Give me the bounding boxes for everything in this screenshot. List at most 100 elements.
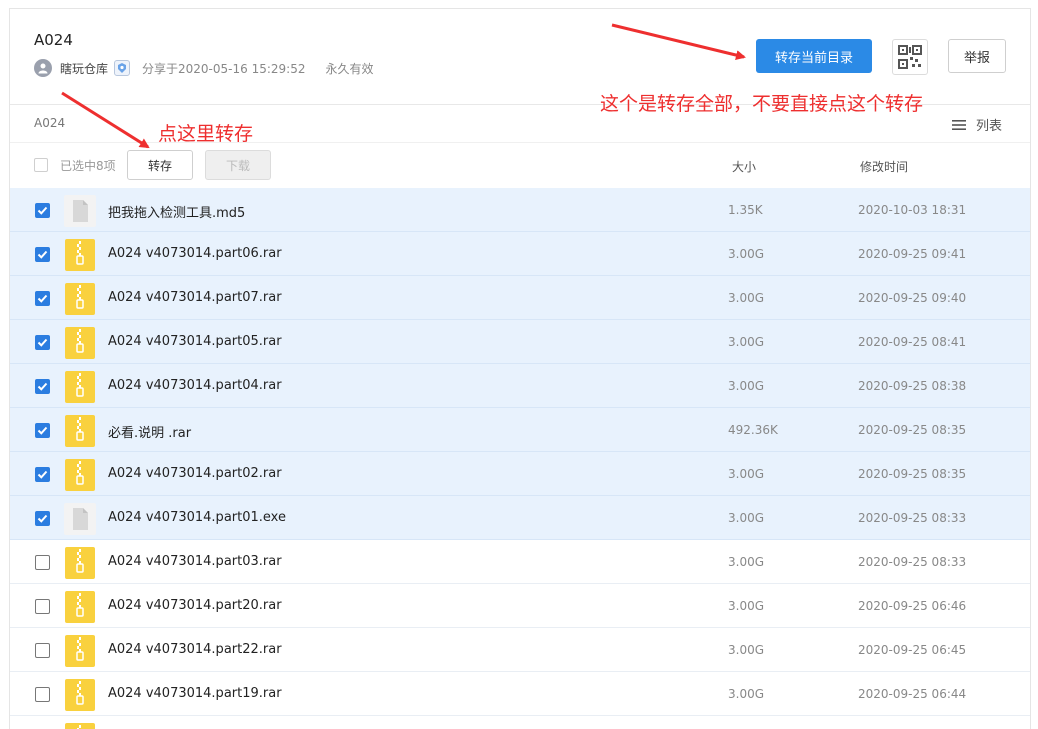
file-checkbox[interactable] [35,555,50,570]
zip-file-icon [64,723,96,729]
file-name[interactable]: 把我拖入检测工具.md5 [108,202,245,221]
file-row[interactable]: A024 v4073014.part02.rar 3.00G 2020-09-25 … [10,452,1030,496]
file-name[interactable]: 必看.说明 .rar [108,422,191,441]
check-icon [37,514,48,523]
file-modified-time: 2020-09-25 06:45 [858,643,967,657]
avatar[interactable] [34,59,52,77]
file-modified-time: 2020-09-25 06:46 [858,599,967,613]
file-row[interactable]: A024 v4073014.part03.rar 3.00G 2020-09-25 … [10,540,1030,584]
file-modified-time: 2020-09-25 06:44 [858,687,967,701]
file-checkbox[interactable] [35,335,50,350]
zip-file-icon [64,591,96,623]
file-name[interactable]: A024 v4073014.part07.rar [108,290,282,305]
file-checkbox[interactable] [35,423,50,438]
vip-badge-icon [114,60,131,76]
report-button[interactable]: 举报 [948,39,1006,73]
file-row[interactable]: A024 v4073014.part04.rar 3.00G 2020-09-25 … [10,364,1030,408]
file-modified-time: 2020-09-25 08:38 [858,379,967,393]
file-size: 3.00G [728,247,765,261]
file-row[interactable]: A024 v4073014.part20.rar 3.00G 2020-09-25 … [10,584,1030,628]
file-name[interactable]: A024 v4073014.part02.rar [108,466,282,481]
file-row[interactable]: 必看.说明 .rar 492.36K 2020-09-25 08:35 [10,408,1030,452]
zip-file-icon [64,239,96,271]
file-row[interactable]: A024 v4073014.part07.rar 3.00G 2020-09-25 … [10,276,1030,320]
zip-file-icon [64,679,96,711]
file-row[interactable]: A024 v4073014.part05.rar 3.00G 2020-09-25 … [10,320,1030,364]
annotation-click-here: 点这里转存 [158,123,254,145]
file-checkbox[interactable] [35,511,50,526]
file-name[interactable]: A024 v4073014.part01.exe [108,510,286,525]
file-name[interactable]: A024 v4073014.part19.rar [108,686,282,701]
file-name[interactable]: A024 v4073014.part03.rar [108,554,282,569]
file-row[interactable]: A024 v4073014.part01.exe 3.00G 2020-09-25 … [10,496,1030,540]
file-checkbox[interactable] [35,643,50,658]
share-panel: A024 瞎玩仓库 分享于2020-05-16 15:29:52 永久有效 转存… [9,8,1031,729]
document-file-icon [64,195,96,227]
file-size: 3.00G [728,643,765,657]
file-name[interactable]: A024 v4073014.part05.rar [108,334,282,349]
selected-count-label: 已选中8项 [60,159,116,173]
check-icon [37,338,48,347]
file-checkbox[interactable] [35,379,50,394]
file-modified-time: 2020-09-25 08:33 [858,555,967,569]
zip-file-icon [64,415,96,447]
select-all-checkbox[interactable] [34,158,48,172]
check-icon [37,426,48,435]
file-checkbox[interactable] [35,203,50,218]
file-row[interactable]: A024 v4073014.part22.rar 3.00G 2020-09-25 … [10,628,1030,672]
file-checkbox[interactable] [35,687,50,702]
file-size: 3.00G [728,687,765,701]
zip-file-icon [64,547,96,579]
modified-time-column-header[interactable]: 修改时间 [860,158,908,175]
file-row[interactable]: 把我拖入检测工具.md5 1.35K 2020-10-03 18:31 [10,188,1030,232]
zip-file-icon [64,459,96,491]
check-icon [37,294,48,303]
save-button[interactable]: 转存 [127,150,193,180]
file-checkbox[interactable] [35,291,50,306]
view-toggle[interactable]: 列表 [952,115,1002,134]
file-name[interactable]: A024 v4073014.part20.rar [108,598,282,613]
validity-label: 永久有效 [325,61,374,76]
file-modified-time: 2020-09-25 09:40 [858,291,967,305]
share-time: 分享于2020-05-16 15:29:52 [142,61,306,76]
file-list: 把我拖入检测工具.md5 1.35K 2020-10-03 18:31 A024 v4… [10,188,1030,729]
file-row[interactable] [10,716,1030,729]
file-name[interactable]: A024 v4073014.part06.rar [108,246,282,261]
file-row[interactable]: A024 v4073014.part06.rar 3.00G 2020-09-25 … [10,232,1030,276]
file-size: 1.35K [728,203,763,217]
file-modified-time: 2020-09-25 08:35 [858,423,967,437]
qr-code-icon [898,45,922,69]
file-size: 3.00G [728,335,765,349]
file-name[interactable]: A024 v4073014.part04.rar [108,378,282,393]
zip-file-icon [64,635,96,667]
file-checkbox[interactable] [35,467,50,482]
file-modified-time: 2020-09-25 08:35 [858,467,967,481]
file-size: 3.00G [728,511,765,525]
file-checkbox[interactable] [35,247,50,262]
file-size: 3.00G [728,467,765,481]
share-meta: 瞎玩仓库 分享于2020-05-16 15:29:52 永久有效 [34,58,373,78]
check-icon [37,250,48,259]
qr-code-button[interactable] [892,39,928,75]
check-icon [37,470,48,479]
file-modified-time: 2020-09-25 08:33 [858,511,967,525]
file-row[interactable]: A024 v4073014.part19.rar 3.00G 2020-09-25 … [10,672,1030,716]
download-button[interactable]: 下载 [205,150,271,180]
check-icon [37,382,48,391]
file-size: 3.00G [728,291,765,305]
zip-file-icon [64,327,96,359]
zip-file-icon [64,283,96,315]
file-name[interactable]: A024 v4073014.part22.rar [108,642,282,657]
page-title: A024 [34,31,73,49]
file-modified-time: 2020-09-25 09:41 [858,247,967,261]
document-file-icon [64,503,96,535]
zip-file-icon [64,371,96,403]
breadcrumb[interactable]: A024 [34,116,65,130]
file-size: 3.00G [728,555,765,569]
file-size: 3.00G [728,379,765,393]
file-size: 3.00G [728,599,765,613]
user-name[interactable]: 瞎玩仓库 [60,60,108,77]
save-all-button[interactable]: 转存当前目录 [756,39,872,73]
size-column-header[interactable]: 大小 [732,158,756,175]
file-checkbox[interactable] [35,599,50,614]
